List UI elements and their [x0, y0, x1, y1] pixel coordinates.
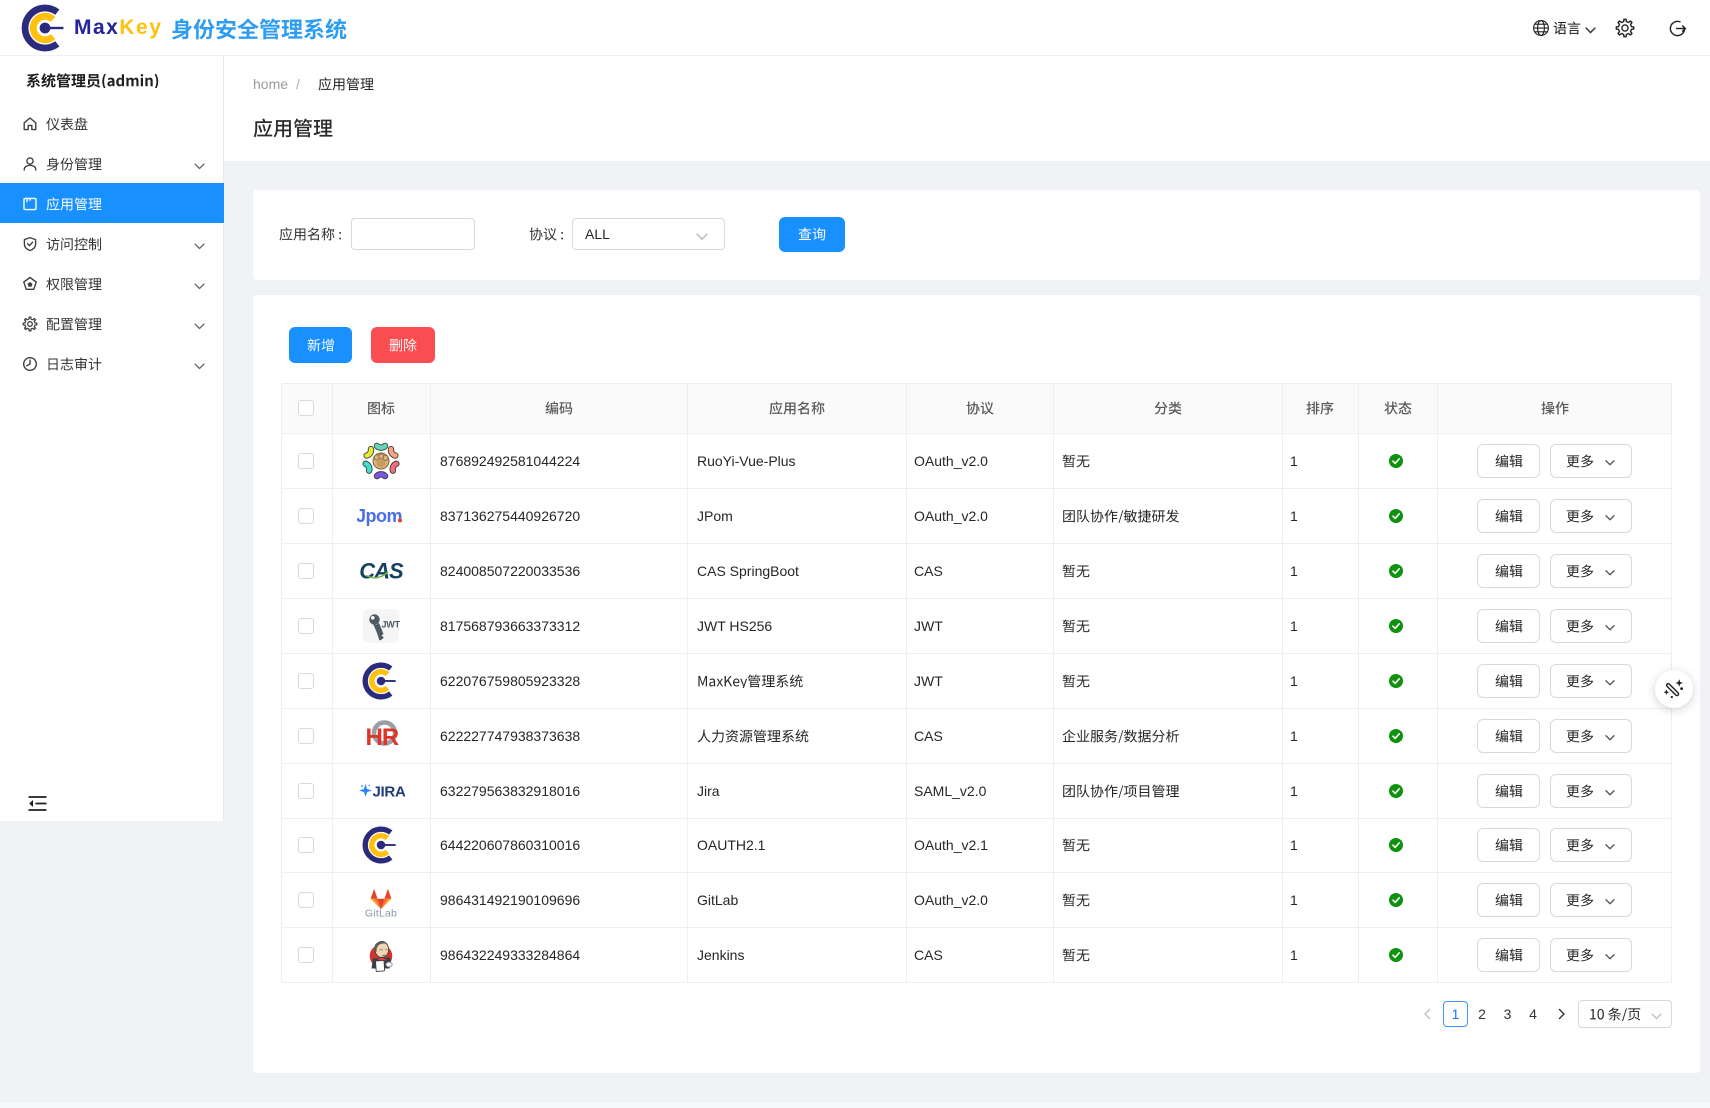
svg-text:GitLab: GitLab	[365, 907, 397, 919]
svg-text:Jpom: Jpom	[357, 506, 402, 526]
svg-text:CAS: CAS	[359, 558, 404, 583]
svg-text:JIRA: JIRA	[373, 783, 406, 800]
svg-text:JWT: JWT	[382, 619, 401, 629]
svg-text:HR: HR	[366, 724, 399, 751]
